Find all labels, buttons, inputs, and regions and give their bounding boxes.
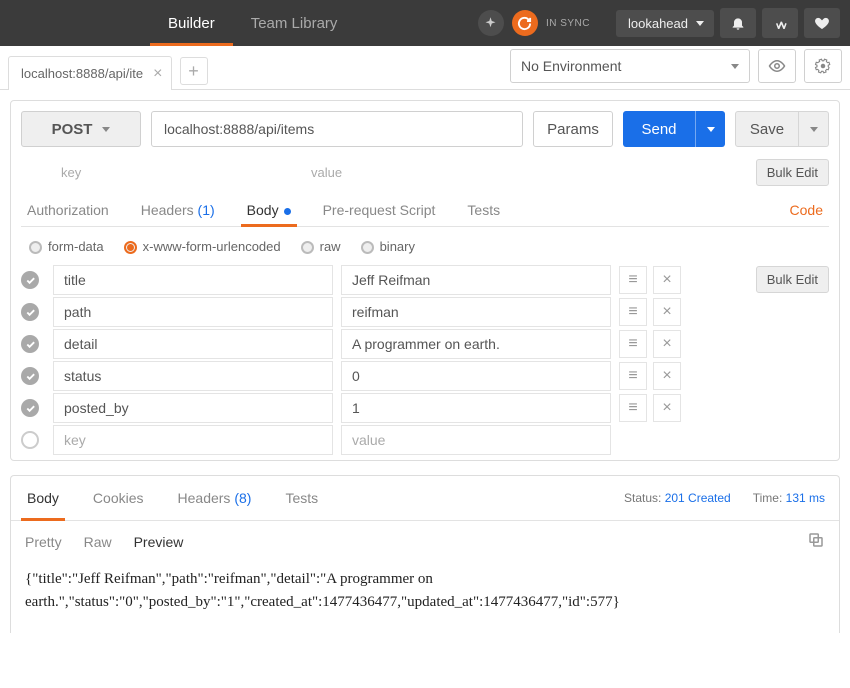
delete-row-icon[interactable]: × — [653, 362, 681, 390]
save-button[interactable]: Save — [735, 111, 799, 147]
key-column-header: key — [61, 165, 311, 180]
params-button[interactable]: Params — [533, 111, 613, 147]
param-key-input[interactable]: status — [53, 361, 333, 391]
top-nav: Builder Team Library IN SYNC lookahead — [0, 0, 850, 46]
drag-handle-icon[interactable]: ≡ — [619, 298, 647, 326]
param-key-input[interactable]: posted_by — [53, 393, 333, 423]
send-dropdown[interactable] — [695, 111, 725, 147]
check-icon[interactable] — [21, 399, 39, 417]
send-button[interactable]: Send — [623, 111, 695, 147]
check-icon[interactable] — [21, 335, 39, 353]
tab-body[interactable]: Body — [245, 194, 293, 226]
param-key-input[interactable]: title — [53, 265, 333, 295]
workspace-name: lookahead — [628, 16, 688, 31]
environment-preview-button[interactable] — [758, 49, 796, 83]
check-icon[interactable] — [21, 367, 39, 385]
viewmode-preview[interactable]: Preview — [134, 534, 184, 550]
unsaved-dot-icon — [284, 208, 291, 215]
delete-row-icon[interactable]: × — [653, 330, 681, 358]
chevron-down-icon — [731, 64, 739, 69]
tab-tests[interactable]: Tests — [465, 194, 502, 226]
param-value-input[interactable]: Jeff Reifman — [341, 265, 611, 295]
param-key-input[interactable]: key — [53, 425, 333, 455]
method-label: POST — [52, 121, 93, 138]
param-value-input[interactable]: 1 — [341, 393, 611, 423]
drag-handle-icon[interactable]: ≡ — [619, 330, 647, 358]
param-row: path reifman ≡× — [21, 296, 829, 328]
sync-label: IN SYNC — [546, 18, 590, 29]
delete-row-icon[interactable]: × — [653, 266, 681, 294]
request-tab[interactable]: localhost:8888/api/ite × — [8, 56, 172, 90]
param-key-input[interactable]: path — [53, 297, 333, 327]
bodytype-formdata[interactable]: form-data — [29, 239, 104, 254]
code-link[interactable]: Code — [788, 194, 825, 226]
sync-icon[interactable] — [512, 10, 538, 36]
param-value-input[interactable]: 0 — [341, 361, 611, 391]
viewmode-raw[interactable]: Raw — [84, 534, 112, 550]
check-icon[interactable] — [21, 271, 39, 289]
param-key-input[interactable]: detail — [53, 329, 333, 359]
drag-handle-icon[interactable]: ≡ — [619, 362, 647, 390]
settings-button[interactable] — [762, 8, 798, 38]
response-tab-headers[interactable]: Headers (8) — [176, 476, 254, 520]
tab-headers[interactable]: Headers (1) — [139, 194, 217, 226]
bodytype-binary[interactable]: binary — [361, 239, 415, 254]
workspace-selector[interactable]: lookahead — [616, 10, 714, 37]
satellite-icon[interactable] — [478, 10, 504, 36]
param-value-input[interactable]: value — [341, 425, 611, 455]
bulk-edit-button[interactable]: Bulk Edit — [756, 159, 829, 186]
method-selector[interactable]: POST — [21, 111, 141, 147]
response-panel: Body Cookies Headers (8) Tests Status: 2… — [10, 475, 840, 633]
response-tab-cookies[interactable]: Cookies — [91, 476, 146, 520]
request-tabs-row: localhost:8888/api/ite × + No Environmen… — [0, 46, 850, 90]
param-value-input[interactable]: reifman — [341, 297, 611, 327]
response-tab-body[interactable]: Body — [25, 476, 61, 520]
environment-selector[interactable]: No Environment — [510, 49, 750, 83]
notifications-button[interactable] — [720, 8, 756, 38]
param-row: title Jeff Reifman ≡× — [21, 264, 829, 296]
sync-status: IN SYNC — [478, 10, 590, 36]
drag-handle-icon[interactable]: ≡ — [619, 266, 647, 294]
delete-row-icon[interactable]: × — [653, 298, 681, 326]
url-input[interactable] — [151, 111, 523, 147]
request-subtabs: Authorization Headers (1) Body Pre-reque… — [21, 194, 829, 227]
tab-prerequest[interactable]: Pre-request Script — [321, 194, 438, 226]
request-tab-label: localhost:8888/api/ite — [21, 66, 143, 81]
close-icon[interactable]: × — [153, 65, 162, 83]
environment-settings-button[interactable] — [804, 49, 842, 83]
bodytype-raw[interactable]: raw — [301, 239, 341, 254]
body-params-editor: Bulk Edit titleJeff Reifman≡×pathreifman… — [21, 264, 829, 456]
nav-tab-builder[interactable]: Builder — [150, 0, 233, 46]
param-row-new[interactable]: key value — [21, 424, 829, 456]
bulk-edit-body-button[interactable]: Bulk Edit — [756, 266, 829, 293]
check-icon[interactable] — [21, 303, 39, 321]
param-row: detail A programmer on earth. ≡× — [21, 328, 829, 360]
chevron-down-icon — [102, 127, 110, 132]
tab-authorization[interactable]: Authorization — [25, 194, 111, 226]
response-status: Status: 201 Created — [624, 491, 731, 505]
viewmode-pretty[interactable]: Pretty — [25, 534, 62, 550]
environment-label: No Environment — [521, 58, 621, 74]
chevron-down-icon — [696, 21, 704, 26]
nav-tab-team-library[interactable]: Team Library — [233, 0, 356, 46]
delete-row-icon[interactable]: × — [653, 394, 681, 422]
param-row: posted_by 1 ≡× — [21, 392, 829, 424]
request-panel: POST Params Send Save key value Bulk Edi… — [10, 100, 840, 461]
new-tab-button[interactable]: + — [180, 57, 208, 85]
param-row: status 0 ≡× — [21, 360, 829, 392]
param-value-input[interactable]: A programmer on earth. — [341, 329, 611, 359]
response-tab-tests[interactable]: Tests — [283, 476, 320, 520]
value-column-header: value — [311, 165, 756, 180]
check-icon — [21, 431, 39, 449]
save-dropdown[interactable] — [799, 111, 829, 147]
bodytype-urlencoded[interactable]: x-www-form-urlencoded — [124, 239, 281, 254]
favorite-button[interactable] — [804, 8, 840, 38]
response-body: {"title":"Jeff Reifman","path":"reifman"… — [11, 556, 839, 633]
response-time: Time: 131 ms — [753, 491, 825, 505]
drag-handle-icon[interactable]: ≡ — [619, 394, 647, 422]
copy-response-button[interactable] — [807, 531, 825, 552]
